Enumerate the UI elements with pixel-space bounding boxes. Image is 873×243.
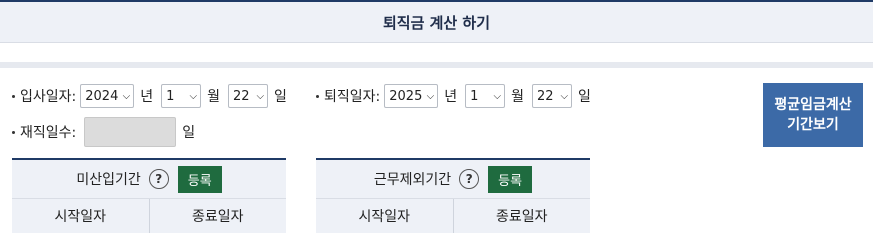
end-date-header: 종료일자 (148, 199, 287, 233)
hire-date-label: 입사일자: (20, 89, 77, 105)
bullet-icon (12, 130, 15, 134)
tenure-unit: 일 (182, 125, 196, 141)
help-icon[interactable]: ? (148, 169, 169, 189)
hire-day-select[interactable]: 22 ⌵ (228, 84, 269, 108)
page-header: 퇴직금 계산 하기 (0, 2, 873, 43)
chevron-down-icon: ⌵ (560, 90, 569, 102)
hire-year-value: 2024 (85, 88, 119, 104)
work-excluded-period-panel: 근무제외기간 ? 등록 시작일자 종료일자 (316, 158, 590, 243)
end-date-header: 종료일자 (452, 199, 591, 233)
bullet-icon (12, 94, 15, 98)
tenure-days-field[interactable] (84, 117, 177, 147)
chevron-down-icon: ⌵ (189, 90, 198, 102)
day-unit: 일 (578, 89, 591, 105)
chevron-down-icon: ⌵ (122, 90, 131, 102)
hire-day-value: 22 (233, 88, 250, 104)
retire-date-row: 퇴직일자: 2025 ⌵ 년 1 ⌵ 월 22 ⌵ 일 (316, 84, 599, 108)
year-unit: 년 (140, 89, 154, 105)
month-unit: 월 (511, 89, 525, 105)
average-wage-period-button[interactable]: 평균임금계산 기간보기 (763, 83, 863, 147)
bullet-icon (316, 94, 319, 98)
hire-month-value: 1 (166, 88, 175, 104)
tenure-row: 재직일수: 일 (12, 117, 195, 147)
start-date-header: 시작일자 (358, 209, 411, 225)
retire-year-select[interactable]: 2025 ⌵ (384, 84, 439, 108)
calc-button-line1: 평균임금계산 (774, 97, 852, 113)
day-unit: 일 (274, 89, 287, 105)
section-divider (0, 62, 873, 68)
panel-title-row: 근무제외기간 ? 등록 (316, 158, 590, 198)
retire-month-value: 1 (470, 88, 479, 104)
month-unit: 월 (207, 89, 221, 105)
register-button[interactable]: 등록 (488, 165, 533, 193)
tenure-label: 재직일수: (20, 125, 77, 141)
register-button[interactable]: 등록 (177, 165, 222, 193)
chevron-down-icon: ⌵ (256, 90, 265, 102)
chevron-down-icon: ⌵ (493, 90, 502, 102)
hire-month-select[interactable]: 1 ⌵ (161, 84, 202, 108)
retire-day-value: 22 (537, 88, 554, 104)
chevron-down-icon: ⌵ (426, 90, 435, 102)
start-date-header: 시작일자 (54, 209, 107, 225)
retire-year-value: 2025 (389, 88, 423, 104)
help-icon[interactable]: ? (459, 169, 480, 189)
panel-title-row: 미산입기간 ? 등록 (12, 158, 286, 198)
retire-day-select[interactable]: 22 ⌵ (532, 84, 573, 108)
hire-year-select[interactable]: 2024 ⌵ (80, 84, 135, 108)
panel-column-headers: 시작일자 종료일자 (12, 198, 286, 233)
panel-title: 근무제외기간 (373, 172, 452, 188)
panel-column-headers: 시작일자 종료일자 (316, 198, 590, 233)
year-unit: 년 (444, 89, 458, 105)
excluded-period-panel: 미산입기간 ? 등록 시작일자 종료일자 (12, 158, 286, 243)
hire-date-row: 입사일자: 2024 ⌵ 년 1 ⌵ 월 22 ⌵ 일 (12, 84, 295, 108)
calc-button-line2: 기간보기 (787, 117, 839, 133)
retire-date-label: 퇴직일자: (324, 89, 381, 105)
panel-title: 미산입기간 (76, 172, 141, 188)
page-title: 퇴직금 계산 하기 (382, 13, 491, 32)
retire-month-select[interactable]: 1 ⌵ (465, 84, 506, 108)
